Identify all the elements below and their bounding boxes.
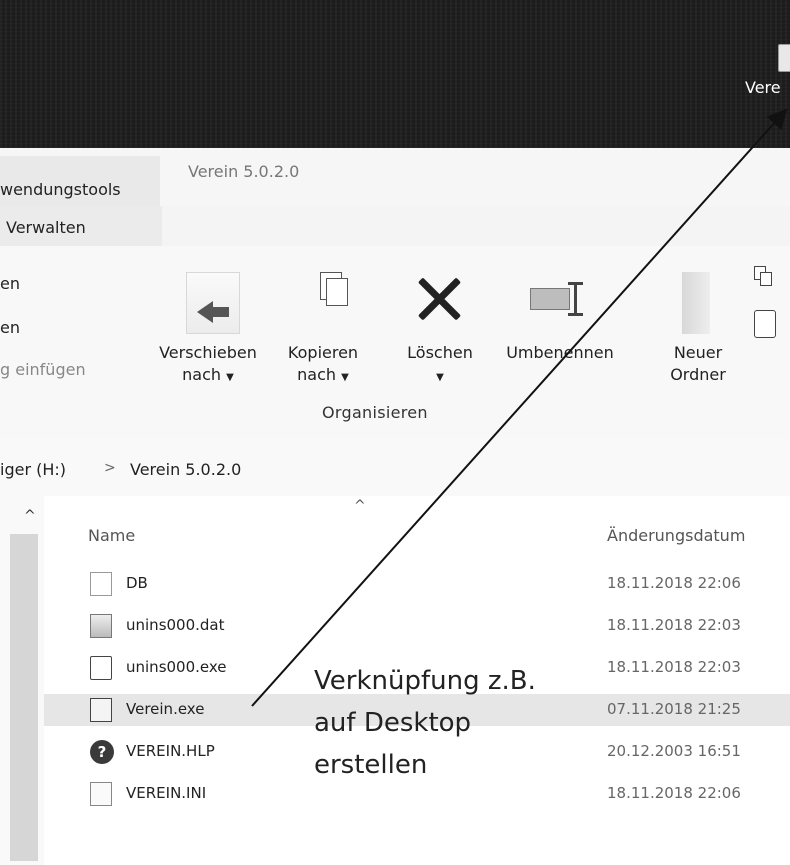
screenshot-page: Vere wendungstools Verein 5.0.2.0 Verwal…: [0, 0, 790, 865]
delete-x-icon: [412, 272, 466, 326]
move-to-label-1: Verschieben: [159, 343, 257, 362]
column-header-date[interactable]: Änderungsdatum: [607, 526, 745, 545]
data-file-icon: [90, 614, 112, 638]
file-name: unins000.dat: [126, 616, 225, 634]
new-item-icon[interactable]: [754, 310, 776, 338]
move-to-label-2: nach: [182, 365, 222, 384]
file-date: 18.11.2018 22:03: [607, 658, 741, 676]
file-date: 07.11.2018 21:25: [607, 700, 741, 718]
scroll-up-icon[interactable]: ^: [24, 508, 36, 524]
ribbon-group-label: Organisieren: [322, 403, 428, 422]
copy-to-button[interactable]: Kopieren nach ▼: [274, 342, 372, 389]
chevron-down-icon: ▼: [226, 372, 234, 383]
new-folder-label-2: Ordner: [670, 365, 726, 384]
file-name: VEREIN.HLP: [126, 742, 215, 760]
new-folder-icon: [682, 272, 710, 334]
help-file-icon: ?: [90, 740, 114, 764]
application-icon: [90, 698, 112, 722]
rename-button[interactable]: Umbenennen: [490, 342, 630, 364]
file-name: DB: [126, 574, 148, 592]
list-item[interactable]: unins000.dat 18.11.2018 22:03: [44, 610, 790, 642]
annotation-line: Verknüpfung z.B.: [314, 666, 536, 696]
ribbon: en en g einfügen Verschieben nach ▼ Kopi…: [0, 246, 790, 439]
annotation-line: auf Desktop: [314, 708, 472, 738]
setup-program-icon: [90, 656, 112, 680]
address-bar[interactable]: iger (H:) > Verein 5.0.2.0: [0, 438, 790, 497]
delete-button[interactable]: Löschen ▼: [394, 342, 486, 389]
rename-label: Umbenennen: [506, 343, 614, 362]
breadcrumb-separator-icon: >: [104, 460, 116, 476]
file-name: unins000.exe: [126, 658, 227, 676]
blank-document-icon: [90, 572, 112, 596]
scrollbar-thumb[interactable]: [10, 534, 38, 861]
breadcrumb-drive[interactable]: iger (H:): [0, 460, 66, 479]
contextual-tab-group: wendungstools: [0, 156, 160, 206]
clipboard-item-2[interactable]: en: [0, 318, 20, 337]
shortcut-icon[interactable]: [778, 44, 790, 72]
copy-path-icon[interactable]: [754, 266, 776, 290]
list-item[interactable]: DB 18.11.2018 22:06: [44, 568, 790, 600]
tab-verwalten-label: Verwalten: [6, 218, 86, 237]
file-date: 18.11.2018 22:06: [607, 784, 741, 802]
move-to-button[interactable]: Verschieben nach ▼: [144, 342, 272, 389]
tab-verwalten[interactable]: Verwalten: [0, 206, 162, 246]
title-bar: wendungstools Verein 5.0.2.0: [0, 148, 790, 206]
file-name: VEREIN.INI: [126, 784, 207, 802]
desktop-background: Vere: [0, 0, 790, 148]
copy-to-label-1: Kopieren: [287, 343, 359, 362]
file-date: 18.11.2018 22:06: [607, 574, 741, 592]
navigation-pane: ^: [0, 496, 44, 865]
annotation-callout: Verknüpfung z.B. auf Desktop erstellen: [314, 660, 536, 786]
sort-ascending-icon: ^: [354, 498, 366, 514]
file-date: 20.12.2003 16:51: [607, 742, 741, 760]
new-folder-label-1: Neuer: [673, 343, 723, 362]
chevron-down-icon: ▼: [341, 372, 349, 383]
paste-shortcut-item[interactable]: g einfügen: [0, 360, 86, 379]
rename-icon: [530, 282, 590, 316]
move-to-icon: [186, 272, 240, 334]
chevron-down-icon: ▼: [436, 372, 444, 383]
desktop-shortcut-label[interactable]: Vere: [745, 78, 781, 97]
file-name: Verein.exe: [126, 700, 205, 718]
new-folder-button[interactable]: Neuer Ordner: [660, 342, 736, 386]
copy-to-label-2: nach: [297, 365, 337, 384]
contextual-tab-label: wendungstools: [0, 180, 121, 199]
window-title: Verein 5.0.2.0: [188, 162, 300, 181]
annotation-line: erstellen: [314, 750, 428, 780]
breadcrumb-folder[interactable]: Verein 5.0.2.0: [130, 460, 241, 479]
delete-label: Löschen: [407, 343, 473, 362]
clipboard-item-1[interactable]: en: [0, 274, 20, 293]
column-header-name[interactable]: Name: [88, 526, 135, 545]
copy-to-icon: [302, 268, 356, 326]
file-date: 18.11.2018 22:03: [607, 616, 741, 634]
settings-file-icon: [90, 782, 112, 806]
